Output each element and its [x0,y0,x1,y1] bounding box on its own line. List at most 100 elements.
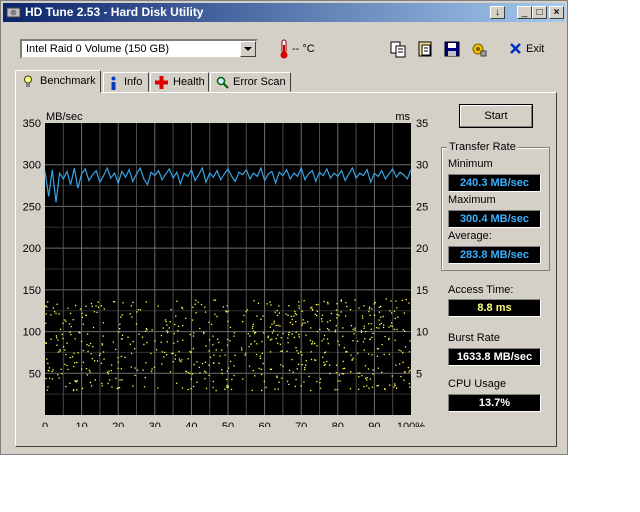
exit-button[interactable]: Exit [501,38,551,60]
access-time-point [185,371,188,373]
access-time-point [134,348,136,350]
access-time-point [101,343,103,345]
access-time-point [287,337,289,339]
access-time-point [369,314,371,317]
access-time-point [141,336,144,338]
access-time-point [391,325,394,328]
access-time-point [213,299,215,301]
access-time-point [225,378,228,381]
tab-health[interactable]: Health [150,72,209,92]
drive-dropdown-button[interactable] [240,41,256,57]
access-time-point [310,358,313,361]
access-time-point [181,306,183,309]
access-time-point [399,363,401,365]
access-time-point [404,330,406,332]
access-time-point [319,381,321,384]
access-time-point [372,373,374,375]
access-time-point [336,388,338,391]
access-time-point [227,385,229,387]
access-time-point [204,378,206,380]
tab-info[interactable]: Info [103,72,149,92]
access-time-point [90,385,93,387]
access-time-point [177,340,179,343]
access-time-point [134,367,136,369]
access-time-point [374,301,377,304]
access-time-point [224,354,226,356]
x-tick: 30 [149,421,161,427]
access-time-point [390,325,392,327]
access-time-point [352,340,354,342]
title-bar[interactable]: HD Tune 2.53 - Hard Disk Utility ↓ _ □ × [3,3,565,22]
access-time-point [340,299,343,301]
minimize-button[interactable]: _ [517,6,532,19]
access-time-point [163,351,166,354]
access-time-point [278,381,280,383]
access-time-point [260,368,262,371]
access-time-point [166,324,168,326]
tab-info-label: Info [124,76,143,88]
access-time-point [101,385,103,387]
access-time-point [336,317,338,319]
access-time-point [380,322,382,325]
access-time-point [177,325,180,328]
access-time-point [368,387,370,389]
access-time-point [103,358,105,360]
access-time-point [146,329,148,331]
access-time-point [86,374,89,376]
access-time-point [233,335,235,337]
access-time-point [298,333,300,336]
access-time-point [155,349,158,351]
access-time-point [55,312,57,315]
start-button[interactable]: Start [459,104,533,128]
access-time-point [121,314,123,316]
access-time-point [304,366,306,369]
access-time-point [51,378,54,380]
save-icon[interactable] [443,40,461,58]
access-time-point [143,386,146,388]
access-time-point [189,372,191,375]
access-time-point [205,345,207,347]
access-time-point [143,343,145,346]
drive-select[interactable]: Intel Raid 0 Volume (150 GB) [20,39,258,59]
access-time-point [221,369,223,371]
access-time-point [192,335,195,337]
access-time-point [120,368,123,370]
close-button[interactable]: × [549,6,564,19]
copy-icon[interactable] [389,40,407,58]
access-time-point [324,363,326,366]
access-time-point [59,349,61,351]
access-time-point [51,370,53,373]
access-time-point [253,332,256,335]
access-time-point [275,324,277,327]
access-time-point [310,389,312,392]
access-time-point [301,354,303,356]
access-time-point [65,385,67,388]
rollup-button[interactable]: ↓ [490,6,505,19]
access-time-point [115,377,117,380]
access-time-point [339,380,341,382]
y-tick-right: 25 [416,201,428,213]
access-time-point [110,369,113,372]
access-time-point [395,364,397,366]
access-time-point [286,350,288,352]
x-tick: 90 [368,421,380,427]
access-time-point [282,365,284,368]
access-time-point [58,313,60,315]
maximize-button[interactable]: □ [532,6,547,19]
access-time-point [201,362,204,365]
access-time-point [402,361,404,364]
tab-benchmark[interactable]: Benchmark [15,70,101,93]
access-time-point [286,380,289,382]
tab-error-scan[interactable]: Error Scan [210,72,291,92]
access-time-point [132,340,134,343]
access-time-point [130,305,133,307]
access-time-point [324,351,327,353]
access-time-point [194,303,196,305]
access-time-point [174,323,176,326]
access-time-point [92,326,95,329]
access-time-point [121,379,123,381]
average-label: Average: [448,230,492,242]
copy-info-icon[interactable] [416,40,434,58]
access-time-point [274,311,276,313]
options-icon[interactable] [470,40,488,58]
